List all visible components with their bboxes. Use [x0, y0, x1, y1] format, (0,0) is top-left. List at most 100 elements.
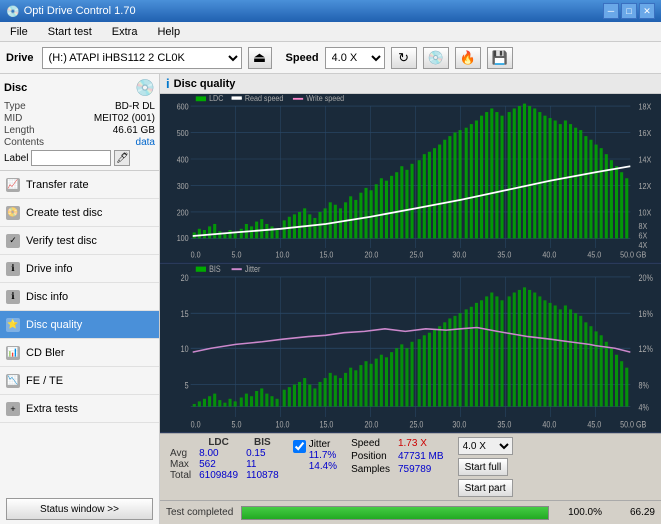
svg-text:300: 300 [177, 182, 190, 192]
svg-text:10.0: 10.0 [276, 419, 290, 429]
sidebar-item-verify-test-disc[interactable]: ✓ Verify test disc [0, 227, 159, 255]
transfer-rate-label: Transfer rate [26, 179, 89, 191]
svg-text:12X: 12X [639, 182, 652, 192]
maximize-button[interactable]: □ [621, 3, 637, 19]
svg-text:50.0 GB: 50.0 GB [620, 250, 646, 260]
menu-start-test[interactable]: Start test [42, 24, 98, 40]
jitter-checkbox[interactable] [293, 440, 306, 453]
disc-panel-title: Disc [4, 82, 27, 94]
svg-text:15: 15 [181, 309, 189, 319]
status-window-button[interactable]: Status window >> [6, 498, 153, 520]
max-ldc: 562 [195, 459, 242, 470]
minimize-button[interactable]: ─ [603, 3, 619, 19]
disc-label-button[interactable]: 🖊 [114, 150, 130, 166]
extra-tests-label: Extra tests [26, 403, 78, 415]
jitter-label: Jitter [309, 439, 331, 450]
svg-text:15.0: 15.0 [320, 419, 334, 429]
total-bis: 110878 [242, 470, 283, 481]
jitter-avg: 11.7% [309, 450, 337, 461]
speed-position-area: Speed 1.73 X Position 47731 MB Samples 7… [347, 437, 448, 476]
disc-quality-icon: ⭐ [6, 318, 20, 332]
charts-container: 600 500 400 300 200 100 18X 16X 14X 12X … [160, 94, 661, 433]
svg-text:20%: 20% [639, 273, 653, 283]
fe-te-label: FE / TE [26, 375, 63, 387]
total-ldc: 6109849 [195, 470, 242, 481]
disc-panel: Disc 💿 Type BD-R DL MID MEIT02 (001) Len… [0, 74, 159, 171]
speed-label: Speed [286, 52, 319, 64]
svg-text:Write speed: Write speed [306, 94, 344, 103]
avg-ldc: 8.00 [195, 448, 242, 459]
stats-panel: LDC BIS Avg 8.00 0.15 Max 562 11 Total [160, 433, 661, 500]
svg-text:200: 200 [177, 208, 190, 218]
sidebar-item-fe-te[interactable]: 📉 FE / TE [0, 367, 159, 395]
create-test-icon: 📀 [6, 206, 20, 220]
speed-right-area: 4.0 X Start full Start part [458, 437, 513, 497]
eject-button[interactable]: ⏏ [248, 47, 272, 69]
svg-text:8X: 8X [639, 221, 648, 231]
svg-text:20: 20 [181, 273, 189, 283]
avg-label: Avg [166, 448, 195, 459]
verify-test-label: Verify test disc [26, 235, 97, 247]
fe-te-icon: 📉 [6, 374, 20, 388]
label-key: Label [4, 153, 28, 164]
svg-text:100: 100 [177, 233, 190, 243]
position-value: 47731 MB [394, 450, 448, 463]
extra-tests-icon: + [6, 402, 20, 416]
svg-text:30.0: 30.0 [452, 419, 466, 429]
sidebar-item-cd-bler[interactable]: 📊 CD Bler [0, 339, 159, 367]
sidebar-item-extra-tests[interactable]: + Extra tests [0, 395, 159, 423]
speed-select[interactable]: 4.0 X [325, 47, 385, 69]
length-key: Length [4, 125, 54, 136]
save-button[interactable]: 💾 [487, 47, 513, 69]
sidebar-item-disc-info[interactable]: ℹ Disc info [0, 283, 159, 311]
svg-text:45.0: 45.0 [587, 250, 602, 260]
drive-info-icon: ℹ [6, 262, 20, 276]
menu-file[interactable]: File [4, 24, 34, 40]
disc-info-label: Disc info [26, 291, 68, 303]
sidebar-item-disc-quality[interactable]: ⭐ Disc quality [0, 311, 159, 339]
test-speed-select[interactable]: 4.0 X [458, 437, 513, 455]
title-bar: 💿 Opti Drive Control 1.70 ─ □ ✕ [0, 0, 661, 22]
burn-button[interactable]: 🔥 [455, 47, 481, 69]
chart1-section: 600 500 400 300 200 100 18X 16X 14X 12X … [160, 94, 661, 264]
type-key: Type [4, 101, 54, 112]
cd-bler-label: CD Bler [26, 347, 65, 359]
svg-text:10X: 10X [639, 208, 652, 218]
verify-test-icon: ✓ [6, 234, 20, 248]
svg-text:5.0: 5.0 [232, 419, 242, 429]
drive-select[interactable]: (H:) ATAPI iHBS112 2 CL0K [42, 47, 242, 69]
svg-text:6X: 6X [639, 231, 648, 241]
disc-label-input[interactable] [31, 150, 111, 166]
svg-text:0.0: 0.0 [191, 419, 201, 429]
start-full-button[interactable]: Start full [458, 458, 509, 476]
disc-button[interactable]: 💿 [423, 47, 449, 69]
ldc-header: LDC [195, 437, 242, 448]
menu-help[interactable]: Help [151, 24, 186, 40]
transfer-rate-icon: 📈 [6, 178, 20, 192]
speed-value: 1.73 X [394, 437, 448, 450]
svg-text:4%: 4% [639, 402, 649, 412]
close-button[interactable]: ✕ [639, 3, 655, 19]
menu-extra[interactable]: Extra [106, 24, 144, 40]
svg-text:500: 500 [177, 129, 190, 139]
drive-toolbar: Drive (H:) ATAPI iHBS112 2 CL0K ⏏ Speed … [0, 42, 661, 74]
disc-quality-label: Disc quality [26, 319, 82, 331]
sidebar-item-transfer-rate[interactable]: 📈 Transfer rate [0, 171, 159, 199]
sidebar-item-drive-info[interactable]: ℹ Drive info [0, 255, 159, 283]
progress-area: Test completed 100.0% 66.29 [160, 500, 661, 524]
svg-text:5.0: 5.0 [232, 250, 243, 260]
chart2-section: 20 15 10 5 20% 16% 12% 8% 4% 0.0 5.0 10.… [160, 264, 661, 434]
svg-text:5: 5 [185, 380, 189, 390]
sidebar-item-create-test-disc[interactable]: 📀 Create test disc [0, 199, 159, 227]
svg-text:LDC: LDC [209, 94, 224, 103]
samples-label: Samples [347, 463, 394, 476]
refresh-button[interactable]: ↻ [391, 47, 417, 69]
progress-label: Test completed [166, 507, 233, 518]
drive-label: Drive [6, 52, 34, 64]
create-test-label: Create test disc [26, 207, 102, 219]
svg-text:0.0: 0.0 [191, 250, 202, 260]
type-val: BD-R DL [115, 101, 155, 112]
start-part-button[interactable]: Start part [458, 479, 513, 497]
svg-text:600: 600 [177, 102, 190, 112]
cd-bler-icon: 📊 [6, 346, 20, 360]
